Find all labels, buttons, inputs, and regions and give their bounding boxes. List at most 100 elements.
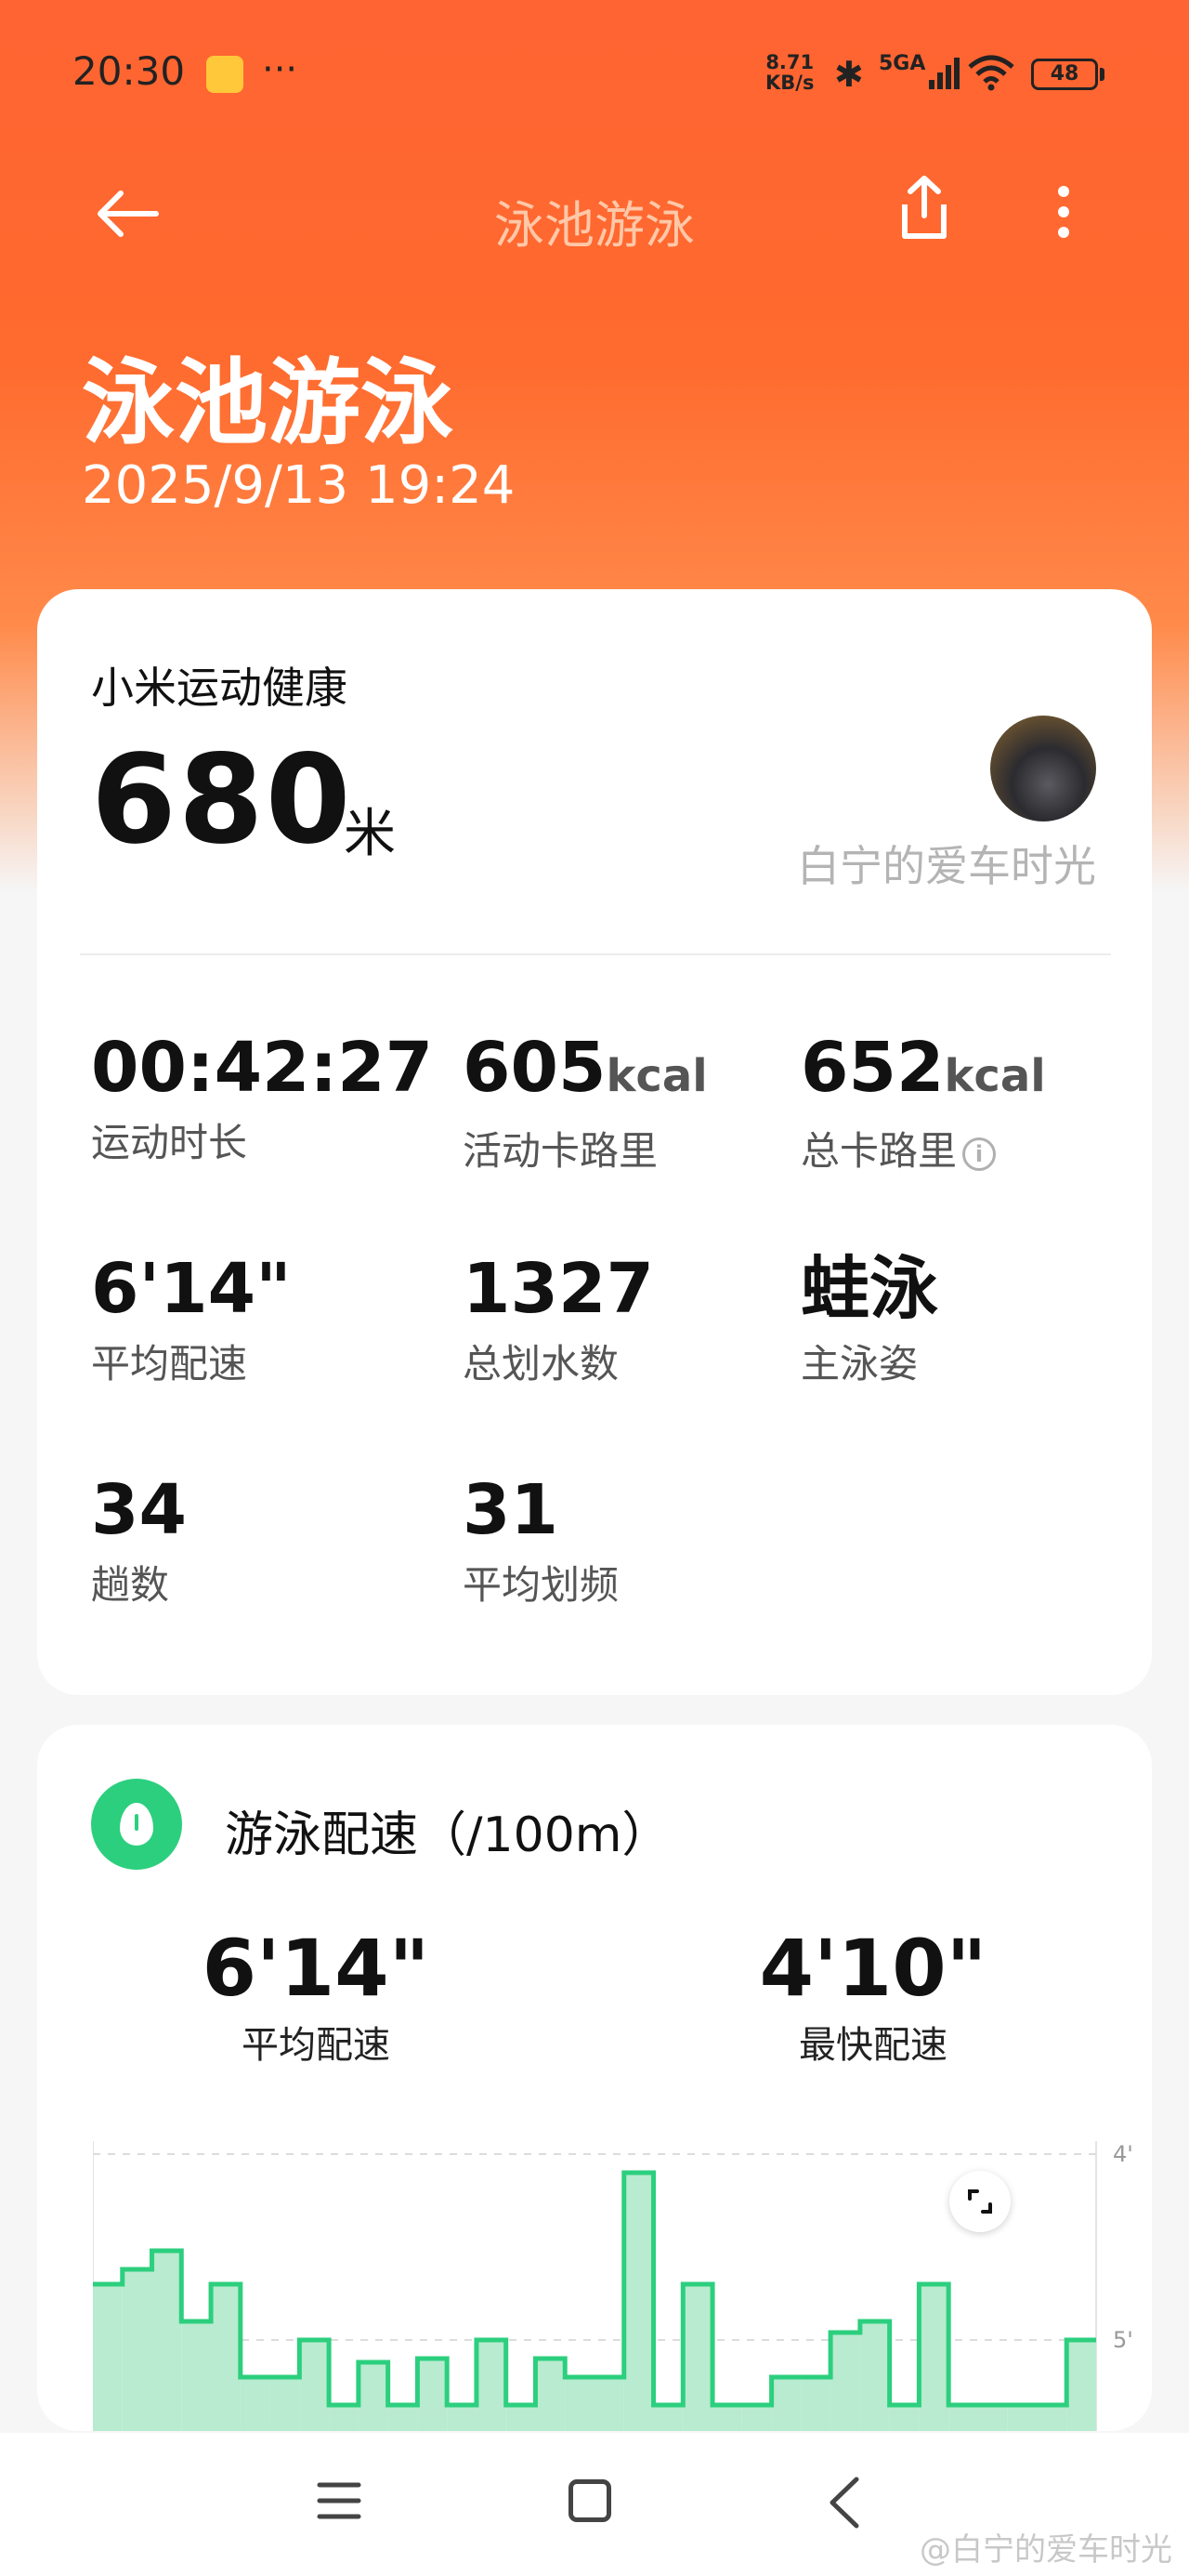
chart-bar (859, 2321, 890, 2431)
pace-card: 游泳配速（/100m） 6'14" 平均配速 4'10" 最快配速 4'00" 5… (37, 1725, 1152, 2431)
stat-value: 31 (463, 1470, 558, 1550)
battery-tip (1100, 68, 1104, 81)
back-icon[interactable] (821, 2470, 868, 2535)
chart-bar (977, 2405, 1008, 2431)
stat-value: 34 (91, 1470, 187, 1550)
stat-main-stroke: 蛙泳 主泳姿 (801, 1247, 938, 1389)
app-bar: 泳池游泳 (0, 149, 1189, 288)
workout-datetime: 2025/9/13 19:24 (82, 455, 516, 516)
chart-bar (594, 2377, 624, 2431)
chart-bar (889, 2405, 920, 2431)
more-vertical-icon[interactable] (1040, 175, 1087, 249)
workout-title: 泳池游泳 (82, 348, 453, 457)
chart-bar (948, 2405, 978, 2431)
watermark: @白宁的爱车时光 (920, 2531, 1172, 2569)
brand-label: 小米运动健康 (91, 663, 347, 713)
chart-bar (358, 2362, 388, 2431)
pace-fastest-label: 最快配速 (799, 2024, 947, 2067)
pace-average: 6'14" 平均配速 (167, 1922, 464, 2069)
pace-average-value: 6'14" (202, 1923, 430, 2014)
chart-bar (93, 2284, 123, 2431)
chart-bar (771, 2377, 802, 2431)
stat-active-calories: 605kcal 活动卡路里 (463, 1026, 708, 1176)
stat-value: 652 (801, 1028, 945, 1108)
avatar (990, 716, 1096, 821)
stat-label: 主泳姿 (801, 1341, 919, 1387)
menu-icon[interactable] (316, 2477, 362, 2524)
chart-bar (801, 2377, 831, 2431)
stat-label: 平均划频 (463, 1562, 620, 1608)
stat-value: 1327 (463, 1249, 654, 1329)
chart-bar (181, 2321, 212, 2431)
chart-bar (329, 2405, 359, 2431)
chart-bar (211, 2284, 241, 2431)
distance-value: 680 (91, 729, 353, 872)
network-speed-unit: KB/s (765, 72, 815, 94)
stat-laps: 34 趟数 (91, 1468, 187, 1610)
chart-bar (417, 2359, 448, 2431)
chart-bar (151, 2251, 182, 2431)
pace-fastest-value: 4'10" (759, 1923, 987, 2014)
chart-bar (505, 2405, 536, 2431)
stat-stroke-rate: 31 平均划频 (463, 1468, 619, 1610)
pace-title: 游泳配速（/100m） (225, 1807, 671, 1863)
stat-label: 趟数 (91, 1562, 170, 1608)
status-time: 20:30 (72, 48, 186, 94)
channel-name: 白宁的爱车时光 (797, 841, 1096, 891)
share-icon[interactable] (892, 171, 957, 245)
pace-average-label: 平均配速 (242, 2024, 390, 2067)
signal-icon (929, 58, 960, 89)
page-title: 泳池游泳 (494, 196, 695, 255)
bluetooth-icon: ✱ (834, 54, 864, 95)
chart-bar (919, 2284, 949, 2431)
stat-value: 605 (463, 1028, 607, 1108)
stat-duration: 00:42:27 运动时长 (91, 1026, 433, 1168)
stat-label: 平均配速 (91, 1341, 248, 1387)
expand-chart-button[interactable] (949, 2171, 1011, 2232)
wifi-icon (968, 55, 1014, 91)
expand-icon (968, 2189, 992, 2214)
chart-bar (122, 2269, 152, 2431)
stat-total-calories: 652kcal 总卡路里 i (801, 1026, 1046, 1176)
pace-fastest: 4'10" 最快配速 (725, 1922, 1022, 2069)
chart-bar (240, 2377, 270, 2431)
distance-unit: 米 (344, 804, 396, 864)
stat-label: 总卡路里 (801, 1128, 958, 1174)
chart-bar (653, 2405, 684, 2431)
chart-bar (683, 2284, 713, 2431)
stat-value: 蛙泳 (801, 1249, 938, 1329)
stat-value: 6'14" (91, 1249, 292, 1329)
chart-tick-label: 4'00" (1113, 2141, 1133, 2167)
chart-bar (623, 2173, 654, 2431)
swim-pace-icon (91, 1779, 182, 1870)
stat-unit: kcal (944, 1050, 1046, 1102)
stat-label: 总划水数 (463, 1341, 620, 1387)
stat-label: 活动卡路里 (463, 1128, 659, 1174)
chart-bar (1066, 2340, 1096, 2431)
stat-unit: kcal (606, 1050, 708, 1102)
stat-total-strokes: 1327 总划水数 (463, 1247, 654, 1389)
chart-bar (1037, 2405, 1067, 2431)
stat-label: 运动时长 (91, 1120, 248, 1165)
chart-bar (535, 2359, 566, 2431)
network-type: 5GA (879, 52, 926, 75)
chart-bar (447, 2405, 477, 2431)
chart-tick-label: 5'40" (1113, 2327, 1133, 2353)
info-icon[interactable]: i (962, 1137, 997, 1171)
chart-bar (476, 2340, 506, 2431)
summary-card: 小米运动健康 680 米 白宁的爱车时光 00:42:27 运动时长 605kc… (37, 589, 1152, 1695)
chart-bar (741, 2405, 772, 2431)
notes-app-icon (206, 56, 243, 93)
chart-bar (1007, 2405, 1038, 2431)
chart-bar (299, 2340, 330, 2431)
stat-value: 00:42:27 (91, 1028, 434, 1108)
chart-bar (269, 2377, 300, 2431)
more-notifications-icon: ··· (262, 48, 298, 91)
battery-indicator: 48 (1031, 59, 1098, 90)
home-icon[interactable] (568, 2479, 611, 2522)
chart-bar (565, 2377, 594, 2431)
status-bar: 20:30 ··· 8.71 KB/s ✱ 5GA 48 (0, 0, 1189, 149)
network-speed-value: 8.71 (765, 51, 815, 73)
chart-bar (830, 2333, 860, 2431)
network-speed: 8.71 KB/s (765, 52, 814, 93)
